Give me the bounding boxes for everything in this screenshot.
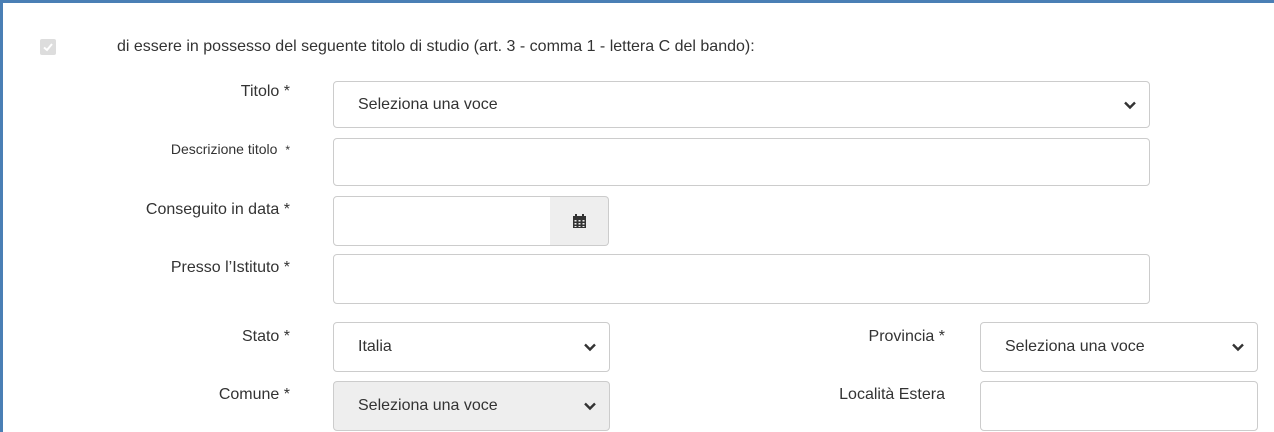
istituto-label: Presso l’Istituto * bbox=[170, 259, 290, 276]
comune-select-value: Seleziona una voce bbox=[358, 397, 498, 414]
descrizione-label-text: Descrizione titolo bbox=[170, 141, 278, 157]
provincia-select[interactable]: Seleziona una voce bbox=[980, 322, 1258, 372]
localita-label: Località Estera bbox=[839, 386, 945, 403]
titolo-label: Titolo * bbox=[240, 83, 290, 100]
data-label: Conseguito in data * bbox=[145, 201, 290, 218]
titolo-select[interactable]: Seleziona una voce bbox=[333, 81, 1150, 128]
provincia-select-value: Seleziona una voce bbox=[1005, 338, 1145, 355]
titolo-select-value: Seleziona una voce bbox=[358, 95, 498, 113]
descrizione-input[interactable] bbox=[333, 138, 1150, 186]
data-input[interactable] bbox=[333, 196, 551, 246]
checkmark-icon bbox=[43, 43, 53, 52]
calendar-button[interactable] bbox=[550, 196, 609, 246]
localita-input[interactable] bbox=[980, 381, 1258, 431]
chevron-down-icon bbox=[1232, 343, 1244, 352]
chevron-down-icon bbox=[584, 343, 596, 352]
comune-select[interactable]: Seleziona una voce bbox=[333, 381, 610, 431]
stato-label: Stato * bbox=[241, 328, 290, 345]
calendar-icon bbox=[572, 213, 586, 228]
declaration-checkbox[interactable] bbox=[40, 39, 56, 55]
istituto-input[interactable] bbox=[333, 254, 1150, 304]
required-mark: * bbox=[285, 143, 290, 157]
comune-label: Comune * bbox=[218, 386, 290, 403]
descrizione-label: Descrizione titolo * bbox=[171, 141, 290, 157]
provincia-label: Provincia * bbox=[868, 328, 945, 345]
chevron-down-icon bbox=[1124, 101, 1136, 109]
chevron-down-icon bbox=[584, 402, 596, 411]
stato-select[interactable]: Italia bbox=[333, 322, 610, 372]
declaration-text: di essere in possesso del seguente titol… bbox=[117, 38, 755, 55]
stato-select-value: Italia bbox=[358, 338, 392, 355]
